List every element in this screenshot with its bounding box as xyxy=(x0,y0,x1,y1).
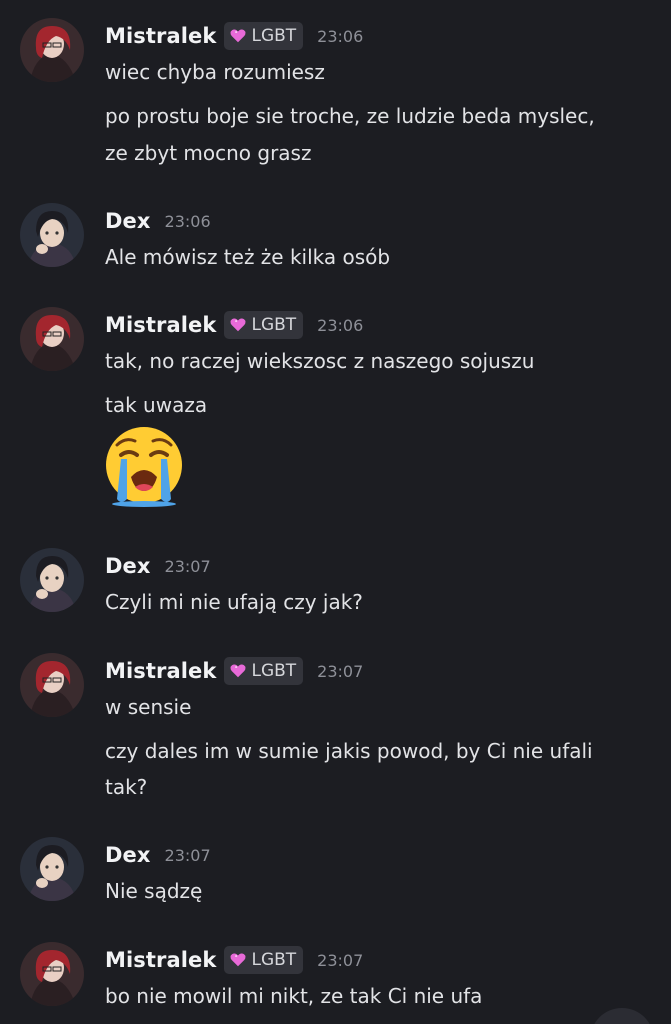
message-text: ze zbyt mocno grasz xyxy=(105,141,312,165)
message-header: Dex 23:06 xyxy=(105,205,211,237)
message-header: Mistralek LGBT 23:06 xyxy=(105,20,363,52)
message-text: Nie sądzę xyxy=(105,879,203,903)
timestamp: 23:07 xyxy=(164,845,211,865)
timestamp: 23:06 xyxy=(317,315,364,335)
avatar-dex[interactable] xyxy=(20,203,84,267)
heart-icon xyxy=(230,953,247,967)
message-header: Dex 23:07 xyxy=(105,839,211,871)
chat-message-list[interactable]: Mistralek LGBT 23:06 wiec chyba rozumies… xyxy=(0,0,671,1024)
message-text: Ale mówisz też że kilka osób xyxy=(105,245,391,269)
username[interactable]: Mistralek xyxy=(105,24,216,48)
message-text: bo nie mowil mi nikt, ze tak Ci nie ufa xyxy=(105,984,483,1008)
avatar-mistralek[interactable] xyxy=(20,18,84,82)
heart-icon xyxy=(230,318,247,332)
scroll-to-bottom-button[interactable] xyxy=(590,1008,654,1024)
loudly-crying-face-emoji[interactable] xyxy=(103,425,185,507)
message-header: Mistralek LGBT 23:07 xyxy=(105,944,363,976)
role-tag[interactable]: LGBT xyxy=(224,946,304,974)
message-text: po prostu boje sie troche, ze ludzie bed… xyxy=(105,104,595,128)
message-text: Czyli mi nie ufają czy jak? xyxy=(105,590,363,614)
avatar-dex[interactable] xyxy=(20,837,84,901)
message-text: czy dales im w sumie jakis powod, by Ci … xyxy=(105,739,593,763)
timestamp: 23:07 xyxy=(164,556,211,576)
username[interactable]: Mistralek xyxy=(105,659,216,683)
role-label: LGBT xyxy=(251,950,297,970)
role-tag[interactable]: LGBT xyxy=(224,22,304,50)
role-tag[interactable]: LGBT xyxy=(224,657,304,685)
message-text: tak, no raczej wiekszosc z naszego sojus… xyxy=(105,349,535,373)
timestamp: 23:06 xyxy=(164,211,211,231)
message-text: tak? xyxy=(105,775,148,799)
avatar-mistralek[interactable] xyxy=(20,307,84,371)
heart-icon xyxy=(230,29,247,43)
role-label: LGBT xyxy=(251,661,297,681)
message-text: w sensie xyxy=(105,695,192,719)
username[interactable]: Dex xyxy=(105,554,151,578)
avatar-mistralek[interactable] xyxy=(20,653,84,717)
role-tag[interactable]: LGBT xyxy=(224,311,304,339)
role-label: LGBT xyxy=(251,315,297,335)
username[interactable]: Dex xyxy=(105,843,151,867)
heart-icon xyxy=(230,664,247,678)
timestamp: 23:06 xyxy=(317,26,364,46)
username[interactable]: Dex xyxy=(105,209,151,233)
avatar-mistralek[interactable] xyxy=(20,942,84,1006)
timestamp: 23:07 xyxy=(317,950,364,970)
message-header: Mistralek LGBT 23:06 xyxy=(105,309,363,341)
username[interactable]: Mistralek xyxy=(105,948,216,972)
message-text: tak uwaza xyxy=(105,393,208,417)
message-text: wiec chyba rozumiesz xyxy=(105,60,325,84)
message-header: Dex 23:07 xyxy=(105,550,211,582)
avatar-dex[interactable] xyxy=(20,548,84,612)
role-label: LGBT xyxy=(251,26,297,46)
message-header: Mistralek LGBT 23:07 xyxy=(105,655,363,687)
username[interactable]: Mistralek xyxy=(105,313,216,337)
timestamp: 23:07 xyxy=(317,661,364,681)
